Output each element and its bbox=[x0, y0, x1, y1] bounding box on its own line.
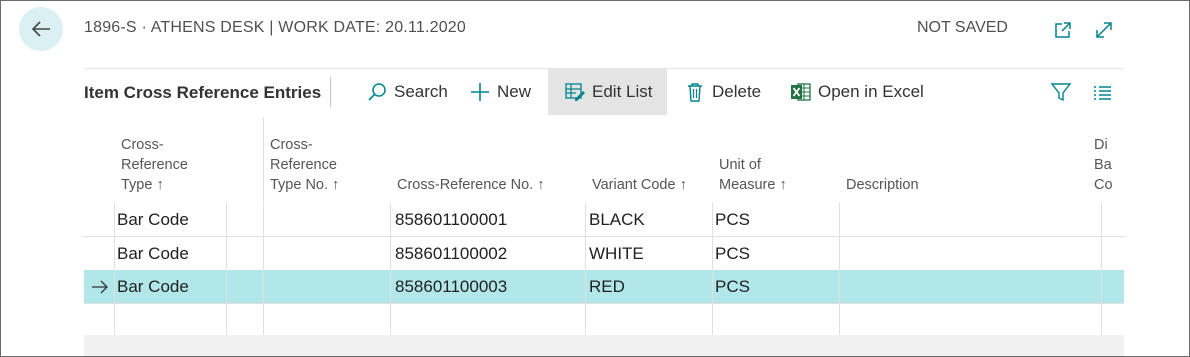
list-icon bbox=[1091, 81, 1113, 103]
header-description[interactable]: Description bbox=[846, 175, 919, 195]
expand-icon[interactable] bbox=[1093, 19, 1115, 41]
list-view-button[interactable] bbox=[1091, 69, 1119, 115]
separator bbox=[330, 77, 331, 107]
delete-button[interactable]: Delete bbox=[684, 69, 761, 115]
cell-variant-code[interactable]: BLACK bbox=[589, 203, 645, 236]
grid-footer bbox=[84, 335, 1124, 356]
back-button[interactable] bbox=[19, 7, 63, 51]
entries-grid: Cross- Reference Type ↑ Cross- Reference… bbox=[84, 117, 1124, 356]
cell-unit-of-measure[interactable]: PCS bbox=[715, 237, 750, 270]
cell-type[interactable]: Bar Code bbox=[117, 237, 189, 270]
column-separator bbox=[839, 203, 840, 335]
header-unit-of-measure[interactable]: Unit of Measure ↑ bbox=[719, 155, 787, 195]
back-arrow-icon bbox=[31, 21, 50, 37]
search-icon bbox=[366, 81, 388, 103]
table-row-selected[interactable]: Bar Code 858601100003 RED PCS bbox=[84, 270, 1124, 304]
search-label: Search bbox=[394, 82, 448, 101]
edit-list-icon bbox=[564, 81, 586, 103]
open-new-window-icon[interactable] bbox=[1052, 19, 1074, 41]
table-row[interactable]: Bar Code 858601100002 WHITE PCS bbox=[84, 237, 1124, 271]
header-variant-code[interactable]: Variant Code ↑ bbox=[592, 175, 687, 195]
column-separator bbox=[263, 203, 264, 335]
edit-list-label: Edit List bbox=[592, 82, 653, 101]
cell-unit-of-measure[interactable]: PCS bbox=[715, 203, 750, 236]
column-separator bbox=[226, 203, 227, 335]
plus-icon bbox=[469, 81, 491, 103]
selected-row-arrow-icon bbox=[91, 270, 109, 303]
column-separator bbox=[712, 203, 713, 335]
new-button[interactable]: New bbox=[469, 69, 531, 115]
action-bar: Item Cross Reference Entries Search New bbox=[84, 69, 1124, 117]
column-separator bbox=[114, 203, 115, 335]
filter-button[interactable] bbox=[1050, 69, 1078, 115]
open-in-excel-button[interactable]: Open in Excel bbox=[790, 69, 924, 115]
cell-variant-code[interactable]: WHITE bbox=[589, 237, 644, 270]
trash-icon bbox=[684, 81, 706, 103]
cell-cross-reference-no[interactable]: 858601100002 bbox=[395, 237, 507, 270]
cell-type[interactable]: Bar Code bbox=[117, 270, 189, 303]
header-divider bbox=[263, 117, 264, 202]
header-cross-reference-type-no[interactable]: Cross- Reference Type No. ↑ bbox=[270, 135, 339, 195]
table-row-empty[interactable] bbox=[84, 304, 1124, 337]
column-separator bbox=[585, 203, 586, 335]
cell-type[interactable]: Bar Code bbox=[117, 203, 189, 236]
page-title: 1896-S · ATHENS DESK | WORK DATE: 20.11.… bbox=[84, 19, 466, 36]
save-status: NOT SAVED bbox=[917, 19, 1008, 36]
header-truncated-column[interactable]: Di Ba Co bbox=[1094, 135, 1113, 195]
column-separator bbox=[390, 203, 391, 335]
page-frame: 1896-S · ATHENS DESK | WORK DATE: 20.11.… bbox=[0, 0, 1190, 357]
cell-unit-of-measure[interactable]: PCS bbox=[715, 270, 750, 303]
delete-label: Delete bbox=[712, 82, 762, 101]
open-in-excel-label: Open in Excel bbox=[818, 82, 924, 101]
new-label: New bbox=[497, 82, 532, 101]
filter-icon bbox=[1050, 81, 1072, 103]
search-button[interactable]: Search bbox=[366, 69, 448, 115]
excel-icon bbox=[790, 81, 812, 103]
header-cross-reference-no[interactable]: Cross-Reference No. ↑ bbox=[397, 175, 544, 195]
cell-variant-code[interactable]: RED bbox=[589, 270, 625, 303]
header-cross-reference-type[interactable]: Cross- Reference Type ↑ bbox=[121, 135, 188, 195]
column-separator bbox=[1101, 203, 1102, 335]
page-caption: Item Cross Reference Entries bbox=[84, 83, 322, 102]
cell-cross-reference-no[interactable]: 858601100003 bbox=[395, 270, 507, 303]
table-row[interactable]: Bar Code 858601100001 BLACK PCS bbox=[84, 203, 1124, 237]
edit-list-button[interactable]: Edit List bbox=[548, 69, 667, 115]
cell-cross-reference-no[interactable]: 858601100001 bbox=[395, 203, 507, 236]
